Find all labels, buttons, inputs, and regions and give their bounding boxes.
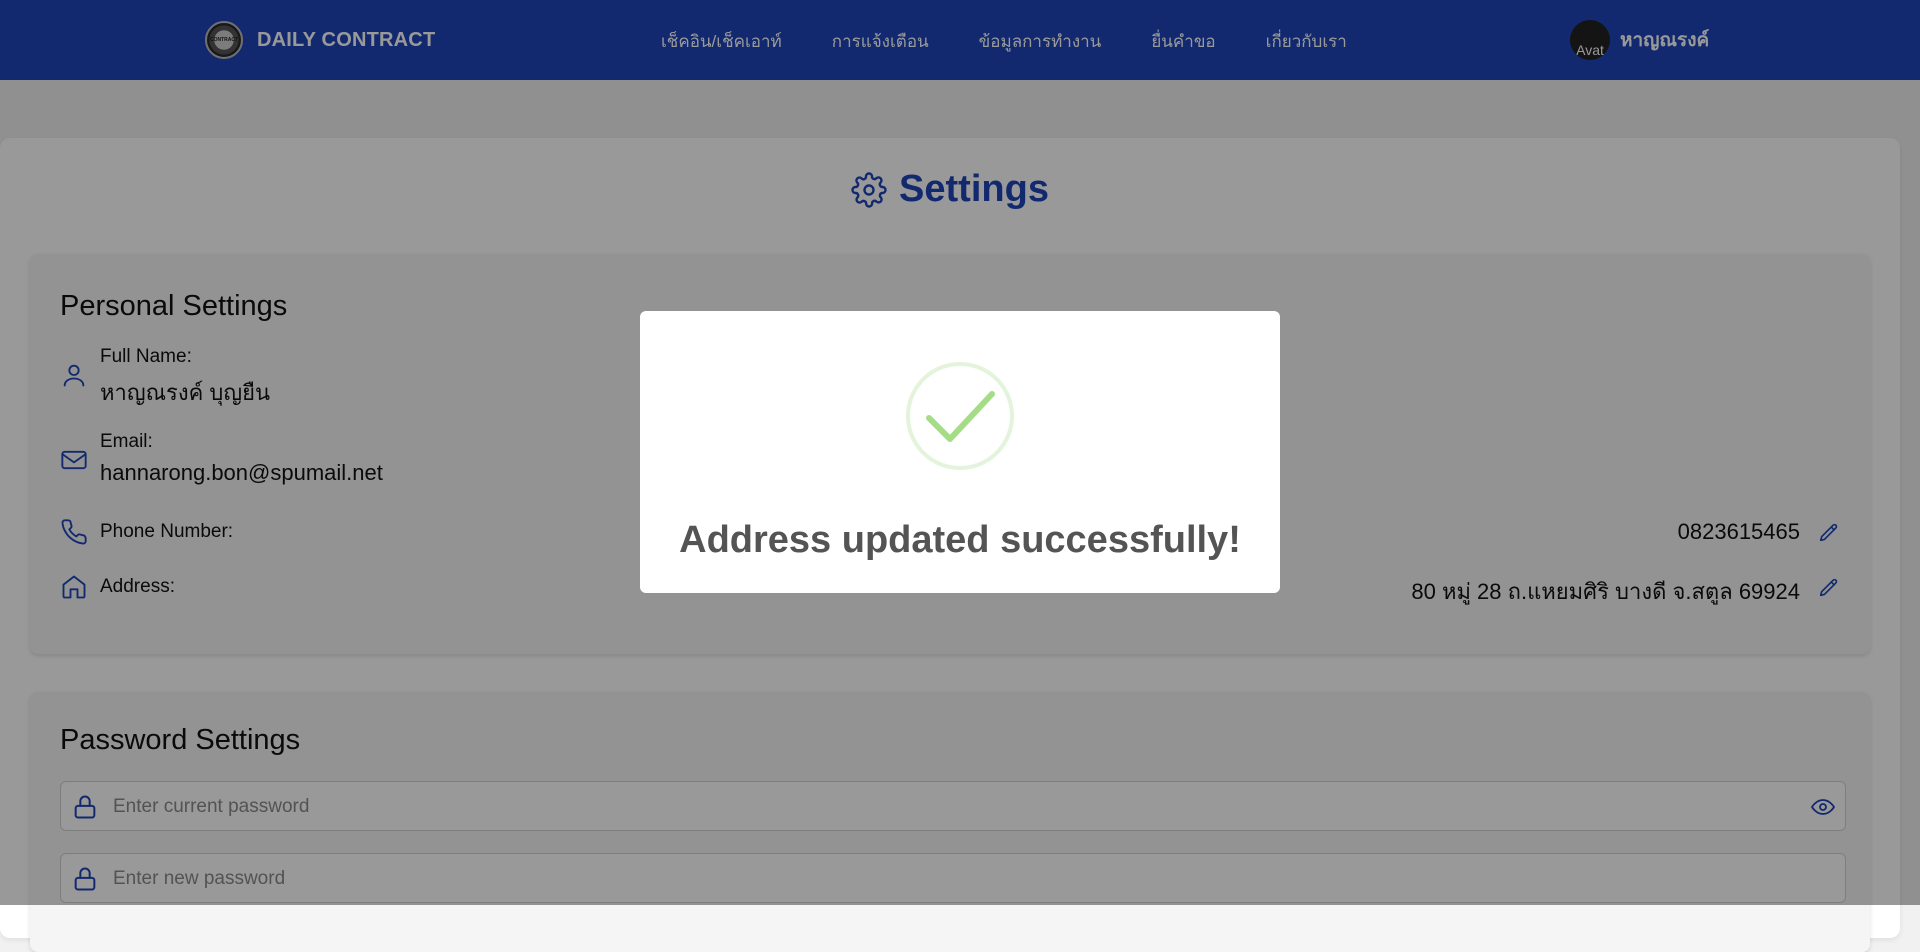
success-modal: Address updated successfully! xyxy=(640,311,1280,593)
success-check-icon xyxy=(906,362,1014,470)
success-message: Address updated successfully! xyxy=(679,519,1241,561)
modal-backdrop[interactable]: Address updated successfully! xyxy=(0,0,1920,905)
